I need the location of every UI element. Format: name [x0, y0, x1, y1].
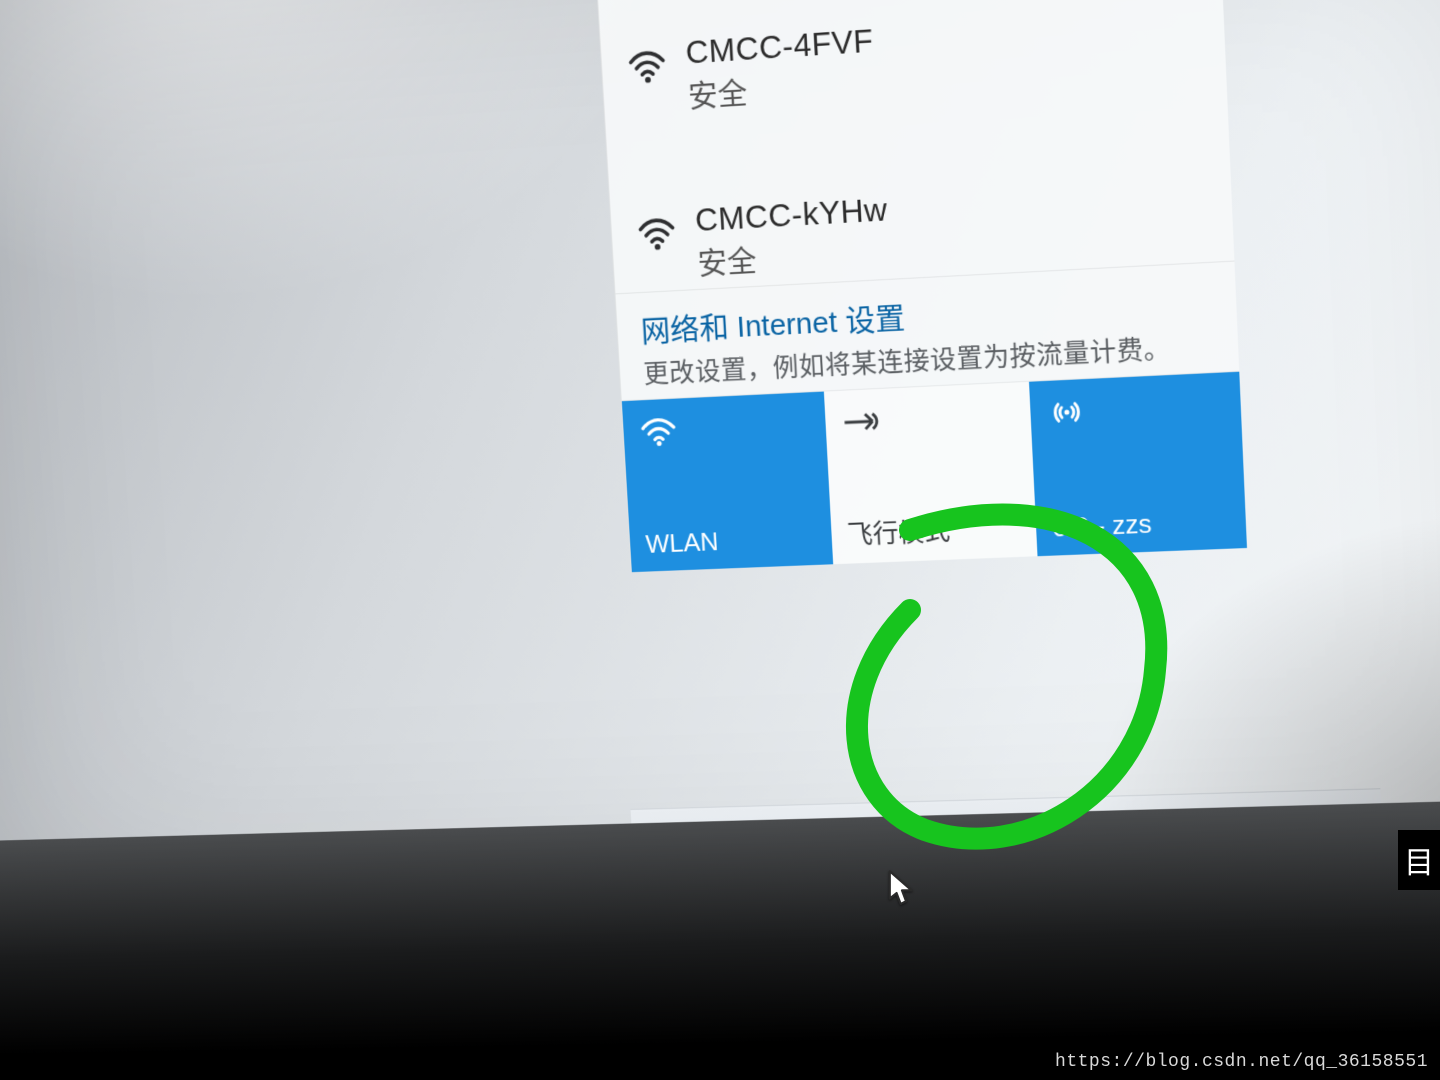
laptop-bezel [0, 797, 1440, 1055]
wifi-signal-icon [624, 42, 670, 89]
quick-action-tiles: WLAN 飞行模式 0/8 - zzs [622, 371, 1247, 572]
wifi-security: 安全 [696, 228, 890, 283]
wlan-tile-label: WLAN [645, 522, 817, 559]
laptop-screen: 3001 安全 CMCC-4FVF 安全 [0, 0, 1440, 953]
page-side-tab[interactable]: 目 [1398, 830, 1440, 890]
mobile-hotspot-tile[interactable]: 0/8 - zzs [1029, 372, 1247, 556]
hotspot-tile-label: 0/8 - zzs [1052, 505, 1230, 543]
wifi-network-text: CMCC-4FVF 安全 [685, 22, 877, 116]
airplane-mode-label: 飞行模式 [846, 508, 1021, 552]
network-flyout-panel: 3001 安全 CMCC-4FVF 安全 [589, 0, 1247, 572]
wlan-tile[interactable]: WLAN [622, 392, 833, 573]
hotspot-icon [1046, 393, 1088, 431]
watermark-text: https://blog.csdn.net/qq_36158551 [1055, 1052, 1428, 1072]
wifi-network-item[interactable]: CMCC-4FVF 安全 [624, 0, 1206, 119]
airplane-icon [840, 403, 881, 441]
wifi-signal-icon [634, 209, 679, 255]
wifi-icon [638, 412, 679, 449]
wifi-network-list: 3001 安全 CMCC-4FVF 安全 [590, 0, 1235, 293]
wifi-network-text: CMCC-kYHw 安全 [694, 191, 891, 283]
airplane-mode-tile[interactable]: 飞行模式 [824, 382, 1038, 565]
